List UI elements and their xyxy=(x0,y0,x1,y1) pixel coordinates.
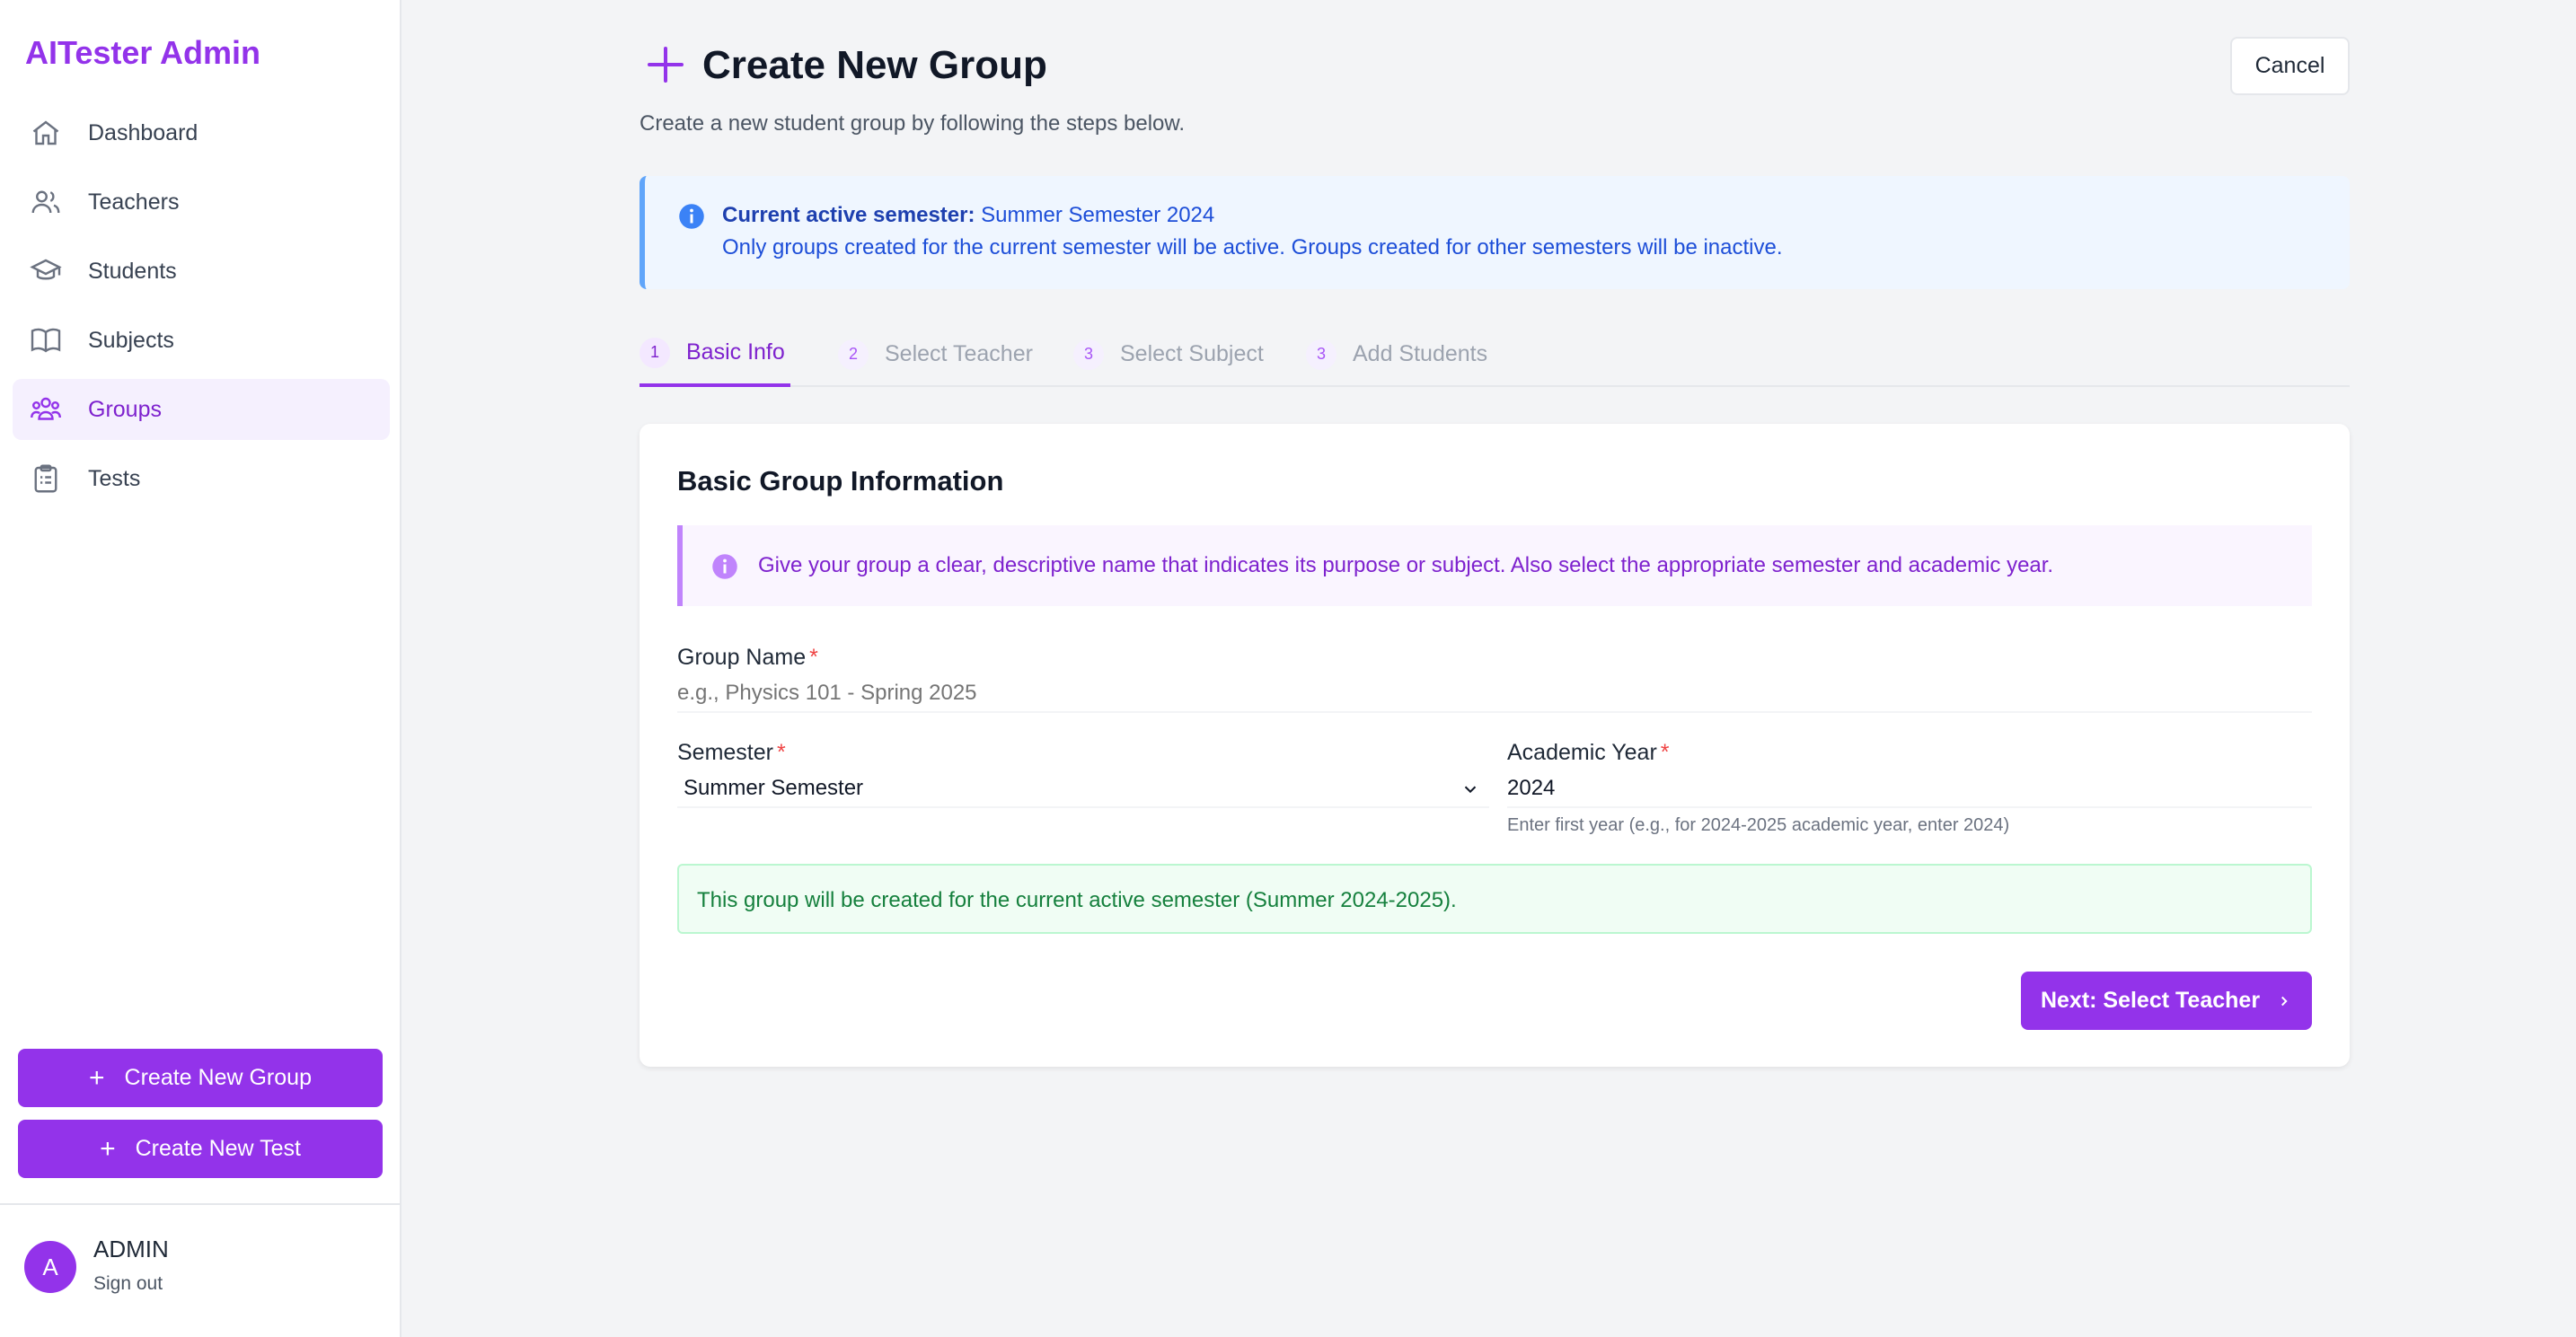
info-icon xyxy=(679,204,704,229)
step-label: Select Subject xyxy=(1120,341,1264,366)
basic-info-card: Basic Group Information Give your group … xyxy=(640,424,2350,1067)
semester-label-text: Semester xyxy=(677,740,773,765)
required-mark: * xyxy=(776,740,786,765)
sidebar-nav: Dashboard Teachers Students Subjects Gro… xyxy=(13,102,390,517)
card-title: Basic Group Information xyxy=(677,465,1004,497)
sidebar-item-groups[interactable]: Groups xyxy=(13,379,390,440)
step-number: 3 xyxy=(1306,339,1337,370)
page-title: Create New Group xyxy=(702,43,1047,87)
group-name-input[interactable] xyxy=(677,675,2312,713)
banner-label: Current active semester: xyxy=(722,203,975,227)
graduation-cap-icon xyxy=(29,254,63,288)
sidebar-item-label: Subjects xyxy=(88,327,174,353)
academic-year-input[interactable]: 2024 xyxy=(1507,770,2312,808)
semester-label: Semester * xyxy=(677,740,786,766)
chevron-down-icon xyxy=(1464,786,1477,794)
sidebar-item-label: Teachers xyxy=(88,189,180,215)
sidebar-item-label: Tests xyxy=(88,465,141,491)
semester-status-text: This group will be created for the curre… xyxy=(697,888,1457,912)
step-number: 3 xyxy=(1073,339,1104,370)
step-number: 1 xyxy=(640,337,670,368)
step-label: Select Teacher xyxy=(885,341,1033,366)
app-brand: AITester Admin xyxy=(25,34,261,71)
hint-text: Give your group a clear, descriptive nam… xyxy=(758,553,2054,577)
step-number: 2 xyxy=(838,339,869,370)
step-select-subject[interactable]: 3 Select Subject xyxy=(1073,321,1264,387)
semester-select[interactable]: Summer Semester xyxy=(677,770,1489,808)
chevron-right-icon xyxy=(2281,996,2288,1006)
page-subtitle: Create a new student group by following … xyxy=(640,111,1186,136)
create-new-test-button[interactable]: + Create New Test xyxy=(18,1120,383,1178)
home-icon xyxy=(29,116,63,150)
academic-year-help: Enter first year (e.g., for 2024-2025 ac… xyxy=(1507,815,2010,835)
sidebar-item-teachers[interactable]: Teachers xyxy=(13,172,390,233)
sidebar: AITester Admin Dashboard Teachers Studen… xyxy=(0,0,401,1337)
avatar: A xyxy=(24,1241,76,1293)
banner-note: Only groups created for the current seme… xyxy=(722,235,1783,259)
academic-year-label: Academic Year * xyxy=(1507,740,1670,766)
user-block: A ADMIN Sign out xyxy=(0,1203,400,1337)
group-icon xyxy=(29,392,63,427)
info-icon xyxy=(712,554,737,579)
user-name: ADMIN xyxy=(93,1236,169,1262)
sign-out-link[interactable]: Sign out xyxy=(93,1273,163,1295)
sidebar-item-label: Dashboard xyxy=(88,119,198,145)
required-mark: * xyxy=(1660,740,1670,765)
step-select-teacher[interactable]: 2 Select Teacher xyxy=(838,321,1033,387)
banner-value: Summer Semester 2024 xyxy=(981,203,1215,227)
sidebar-item-dashboard[interactable]: Dashboard xyxy=(13,102,390,163)
create-new-group-button[interactable]: + Create New Group xyxy=(18,1049,383,1107)
hint-box: Give your group a clear, descriptive nam… xyxy=(677,525,2312,606)
semester-select-value: Summer Semester xyxy=(684,776,864,800)
banner-semester-line: Current active semester: Summer Semester… xyxy=(722,203,1214,228)
create-new-group-label: Create New Group xyxy=(124,1065,312,1090)
stepper: 1 Basic Info 2 Select Teacher 3 Select S… xyxy=(640,321,2350,387)
sidebar-item-subjects[interactable]: Subjects xyxy=(13,310,390,371)
group-name-label: Group Name * xyxy=(677,645,818,671)
group-name-label-text: Group Name xyxy=(677,645,807,670)
plus-icon: + xyxy=(89,1062,105,1093)
book-icon xyxy=(29,323,63,357)
plus-icon xyxy=(648,47,684,83)
next-select-teacher-button[interactable]: Next: Select Teacher xyxy=(2021,972,2312,1030)
step-basic-info[interactable]: 1 Basic Info xyxy=(640,321,790,387)
users-icon xyxy=(29,185,63,219)
sidebar-item-students[interactable]: Students xyxy=(13,241,390,302)
sidebar-item-label: Students xyxy=(88,258,177,284)
academic-year-label-text: Academic Year xyxy=(1507,740,1657,765)
active-semester-banner: Current active semester: Summer Semester… xyxy=(640,176,2350,289)
next-button-label: Next: Select Teacher xyxy=(2040,988,2261,1013)
clipboard-icon xyxy=(29,462,63,496)
step-label: Basic Info xyxy=(686,339,785,365)
academic-year-value: 2024 xyxy=(1507,776,1556,800)
sidebar-item-tests[interactable]: Tests xyxy=(13,448,390,509)
step-label: Add Students xyxy=(1353,341,1488,366)
required-mark: * xyxy=(809,645,818,670)
create-new-test-label: Create New Test xyxy=(135,1136,301,1161)
step-add-students[interactable]: 3 Add Students xyxy=(1306,321,1487,387)
semester-status-note: This group will be created for the curre… xyxy=(677,864,2312,934)
sidebar-item-label: Groups xyxy=(88,396,162,422)
cancel-button[interactable]: Cancel xyxy=(2230,37,2350,95)
plus-icon: + xyxy=(100,1133,116,1164)
